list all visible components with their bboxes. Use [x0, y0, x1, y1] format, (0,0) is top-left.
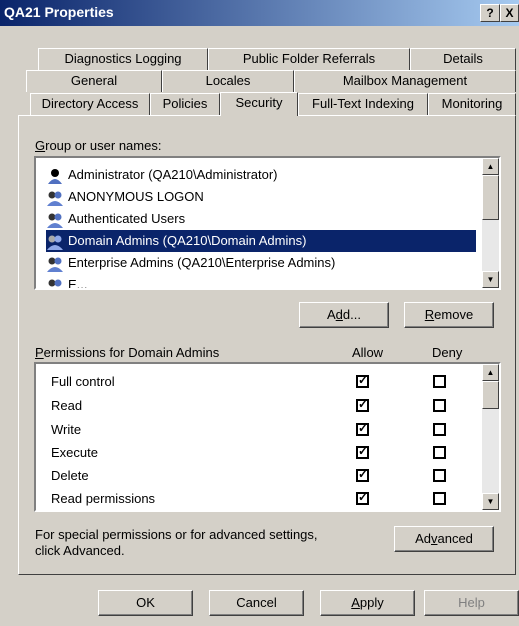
apply-button[interactable]: Apply — [320, 590, 415, 616]
scroll-up-arrow-icon[interactable]: ▲ — [482, 158, 499, 175]
deny-checkbox[interactable] — [433, 399, 446, 412]
tab-directory-access[interactable]: Directory Access — [30, 93, 150, 115]
tab-locales[interactable]: Locales — [162, 70, 294, 92]
deny-checkbox[interactable] — [433, 423, 446, 436]
group-label: Group or user names: — [35, 138, 161, 153]
permissions-scrollbar[interactable]: ▲ ▼ — [482, 364, 499, 510]
dialog-footer: OK Cancel Apply Help — [0, 580, 519, 626]
close-button[interactable]: X — [500, 4, 519, 22]
deny-checkbox[interactable] — [433, 492, 446, 505]
permission-name: Read — [51, 398, 83, 413]
user-icon — [48, 168, 62, 184]
allow-checkbox[interactable] — [356, 467, 369, 482]
allow-header: Allow — [352, 345, 384, 360]
permission-name: Execute — [51, 445, 98, 460]
scroll-down-arrow-icon[interactable]: ▼ — [482, 493, 499, 510]
user-list-item-selected[interactable]: Domain Admins (QA210\Domain Admins) — [46, 230, 476, 252]
advanced-hint-line1: For special permissions or for advanced … — [35, 527, 318, 542]
group-label-accel: G — [35, 138, 46, 153]
group-icon — [47, 191, 63, 206]
user-list-item[interactable]: ANONYMOUS LOGON — [46, 186, 204, 208]
tab-policies[interactable]: Policies — [150, 93, 220, 115]
ok-button[interactable]: OK — [98, 590, 193, 616]
user-list[interactable]: Administrator (QA210\Administrator) ANON… — [34, 156, 501, 290]
tab-mailbox-management[interactable]: Mailbox Management — [294, 70, 516, 92]
allow-checkbox[interactable] — [356, 444, 369, 459]
user-list-scrollbar[interactable]: ▲ ▼ — [482, 158, 499, 288]
cancel-button[interactable]: Cancel — [209, 590, 304, 616]
advanced-hint-line2: click Advanced. — [35, 543, 125, 558]
scroll-thumb[interactable] — [482, 175, 499, 220]
group-label-text: roup or user names: — [45, 138, 162, 153]
permission-name: Full control — [51, 374, 115, 389]
permissions-list[interactable]: Full control Read Write Execute Delete R… — [34, 362, 501, 512]
tab-details[interactable]: Details — [410, 48, 516, 70]
help-button[interactable]: ? — [480, 4, 500, 22]
allow-checkbox[interactable] — [356, 373, 369, 388]
deny-checkbox[interactable] — [433, 446, 446, 459]
scroll-up-arrow-icon[interactable]: ▲ — [482, 364, 499, 381]
allow-checkbox[interactable] — [356, 397, 369, 412]
permission-name: Read permissions — [51, 491, 156, 506]
tab-general[interactable]: General — [26, 70, 162, 92]
security-panel: Group or user names: Administrator (QA21… — [18, 115, 516, 575]
tab-full-text-indexing[interactable]: Full-Text Indexing — [298, 93, 428, 115]
permission-name: Write — [51, 422, 82, 437]
scroll-thumb[interactable] — [482, 381, 499, 409]
permission-name: Delete — [51, 468, 89, 483]
tab-public-folder-referrals[interactable]: Public Folder Referrals — [208, 48, 410, 70]
allow-checkbox[interactable] — [356, 490, 369, 505]
help-footer-button[interactable]: Help — [424, 590, 519, 616]
window-title: QA21 Properties — [4, 4, 114, 20]
user-list-item[interactable]: Administrator (QA210\Administrator) — [46, 164, 278, 186]
tab-security[interactable]: Security — [220, 92, 298, 116]
permissions-label: Permissions for Domain Admins — [35, 345, 220, 360]
remove-button[interactable]: Remove — [404, 302, 494, 328]
user-list-item[interactable]: E... — [46, 274, 88, 288]
allow-checkbox[interactable] — [356, 421, 369, 436]
deny-header: Deny — [432, 345, 463, 360]
advanced-button[interactable]: Advanced — [394, 526, 494, 552]
title-bar: QA21 Properties ? X — [0, 0, 519, 26]
group-icon — [48, 279, 62, 287]
properties-window: QA21 Properties ? X Diagnostics Logging … — [0, 0, 519, 626]
user-list-item[interactable]: Authenticated Users — [46, 208, 185, 230]
group-icon — [47, 213, 63, 228]
deny-checkbox[interactable] — [433, 375, 446, 388]
scroll-down-arrow-icon[interactable]: ▼ — [482, 271, 499, 288]
tab-diagnostics-logging[interactable]: Diagnostics Logging — [38, 48, 208, 70]
user-list-item[interactable]: Enterprise Admins (QA210\Enterprise Admi… — [46, 252, 335, 274]
add-button[interactable]: Add... — [299, 302, 389, 328]
deny-checkbox[interactable] — [433, 469, 446, 482]
tab-monitoring[interactable]: Monitoring — [428, 93, 516, 115]
group-icon — [47, 257, 63, 272]
group-icon — [47, 235, 63, 250]
